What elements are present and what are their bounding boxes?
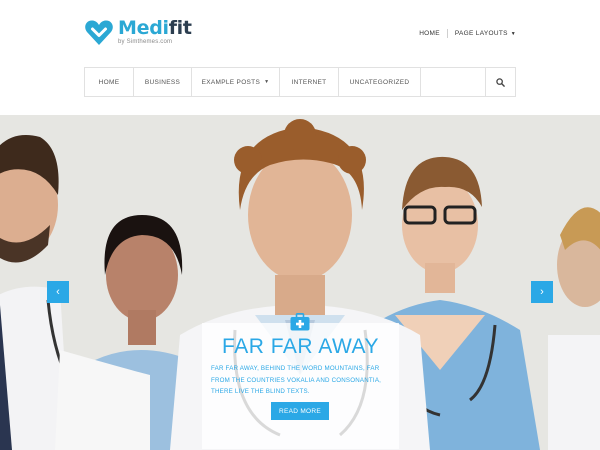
topnav-home[interactable]: HOME (419, 30, 440, 37)
search-icon (496, 77, 505, 87)
logo-tagline: by Simthemes.com (118, 39, 173, 45)
heart-logo-icon (85, 20, 113, 45)
slider-prev-button[interactable]: ‹ (47, 281, 69, 303)
mainnav-internet[interactable]: INTERNET (280, 68, 339, 96)
slide-caption: FAR FAR AWAY FAR FAR AWAY, BEHIND THE WO… (202, 313, 399, 449)
mainnav-home-label: HOME (98, 78, 120, 86)
mainnav-business-label: BUSINESS (144, 78, 181, 86)
caret-down-icon: ▼ (510, 30, 516, 37)
top-nav: HOME PAGE LAYOUTS ▼ (419, 29, 516, 38)
mainnav-example-posts-label: EXAMPLE POSTS (201, 78, 261, 86)
caret-down-icon: ▼ (264, 79, 270, 85)
logo-name: Medifit (118, 18, 192, 38)
mainnav-internet-label: INTERNET (291, 78, 327, 86)
topnav-separator (446, 29, 448, 38)
mainnav-business[interactable]: BUSINESS (134, 68, 192, 96)
slide-title: FAR FAR AWAY (222, 335, 379, 358)
logo-name-part1: Medi (118, 17, 169, 39)
read-more-button[interactable]: READ MORE (271, 402, 329, 420)
mainnav-example-posts[interactable]: EXAMPLE POSTS ▼ (192, 68, 280, 96)
medical-kit-icon (290, 313, 310, 331)
search-button[interactable] (485, 68, 515, 96)
slider-next-button[interactable]: › (531, 281, 553, 303)
site-logo[interactable]: Medifit by Simthemes.com (84, 18, 192, 48)
chevron-right-icon: › (540, 286, 544, 298)
main-nav: HOME BUSINESS EXAMPLE POSTS ▼ INTERNET UN… (84, 67, 516, 97)
logo-name-part2: fit (168, 17, 192, 39)
chevron-left-icon: ‹ (56, 286, 60, 298)
slide-text: FAR FAR AWAY, BEHIND THE WORD MOUNTAINS,… (211, 365, 382, 395)
mainnav-home[interactable]: HOME (85, 68, 134, 96)
hero-slider: ‹ › FAR FAR AWAY FAR FAR AWAY, BEHIND TH… (0, 115, 600, 450)
site-header: Medifit by Simthemes.com HOME PAGE LAYOU… (0, 0, 600, 115)
mainnav-uncategorized-label: UNCATEGORIZED (349, 78, 410, 86)
topnav-page-layouts[interactable]: PAGE LAYOUTS (455, 30, 508, 37)
mainnav-uncategorized[interactable]: UNCATEGORIZED (339, 68, 421, 96)
